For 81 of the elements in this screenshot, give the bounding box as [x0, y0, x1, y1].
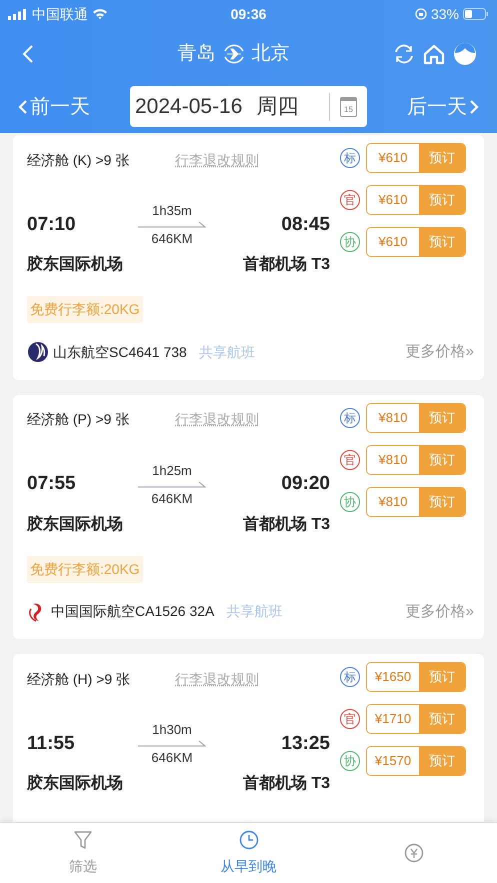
chevron-right-icon [469, 98, 479, 114]
cabin-availability: 经济舱 (P) >9 张 [27, 410, 130, 429]
previous-day-button[interactable]: 前一天 [18, 92, 128, 122]
fare-type-badge: 官 [340, 190, 360, 210]
fare-type-badge: 协 [340, 751, 360, 771]
flight-distance: 646KM [151, 231, 193, 247]
more-prices-link[interactable]: 更多价格» [406, 600, 474, 623]
date-text: 2024-05-16 [135, 94, 242, 120]
airline-logo-icon [27, 341, 49, 364]
avatar-icon[interactable] [453, 41, 477, 67]
carrier-name: 中国联通 [32, 4, 88, 24]
cabin-availability: 经济舱 (H) >9 张 [27, 670, 132, 689]
arrival-time: 08:45 [281, 212, 330, 237]
flight-duration: 1h25m [152, 462, 192, 478]
home-icon[interactable] [423, 43, 445, 65]
price-icon [404, 843, 424, 863]
filter-icon [74, 830, 92, 850]
weekday-text: 周四 [256, 94, 298, 120]
next-day-button[interactable]: 后一天 [407, 92, 479, 122]
departure-time: 07:55 [27, 472, 77, 496]
wifi-icon [92, 8, 108, 20]
clock-icon [238, 830, 258, 850]
book-button[interactable]: 预订 [419, 228, 465, 256]
book-button[interactable]: 预订 [419, 404, 465, 432]
shared-flight-label: 共享航班 [226, 602, 282, 622]
fare-type-badge: 标 [340, 408, 360, 428]
fare-type-badge: 官 [340, 450, 360, 470]
arrival-airport: 首都机场 T3 [242, 254, 330, 275]
flight-number: 山东航空SC4641 738 [53, 342, 187, 362]
fare-type-badge: 协 [340, 232, 360, 252]
departure-time: 07:10 [27, 212, 77, 237]
clock-time: 09:36 [230, 4, 268, 24]
sort-tab[interactable]: 从早到晚 [166, 823, 332, 883]
departure-airport: 胶东国际机场 [27, 773, 123, 794]
origin-city: 青岛 [178, 42, 216, 66]
arrival-airport: 首都机场 T3 [242, 774, 330, 794]
baggage-rules-link[interactable]: 行李退改规则 [175, 668, 259, 690]
flight-distance: 646KM [151, 750, 193, 766]
date-field[interactable]: 2024-05-16 周四 15 [130, 86, 367, 127]
cabin-availability: 经济舱 (K) >9 张 [27, 150, 130, 170]
fare-type-badge: 官 [340, 709, 360, 729]
calendar-icon[interactable]: 15 [340, 96, 357, 116]
more-prices-link[interactable]: 更多价格» [406, 341, 474, 364]
fare-type-badge: 标 [340, 667, 360, 687]
destination-city: 北京 [252, 42, 290, 66]
refresh-icon[interactable] [393, 43, 415, 65]
book-button[interactable]: 预订 [419, 705, 465, 733]
book-button[interactable]: 预订 [419, 488, 465, 516]
departure-time: 11:55 [27, 732, 76, 756]
fare-type-badge: 协 [340, 492, 360, 512]
flight-card[interactable]: 经济舱 (H) >9 张 行李退改规则 11:55 1h30m 646KM 13:25 胶东国际机场 首都机场 T3 标 ¥1650 预订 官 ¥1710 预订 协 ¥1570 预订 [13, 654, 484, 822]
flight-card[interactable]: 经济舱 (P) >9 张 行李退改规则 07:55 1h25m 646KM 09:20 胶东国际机场 首都机场 T3 标 ¥810 预订 官 ¥810 预订 协 ¥810 预订 免费行李额:20KG 中国国际航空CA1526 32A 共享航班 更多价格» [13, 394, 484, 639]
sort-tab[interactable]: 筛选 [0, 823, 166, 883]
baggage-rules-link[interactable]: 行李退改规则 [175, 150, 259, 170]
arrival-airport: 首都机场 T3 [242, 514, 330, 534]
book-button[interactable]: 预订 [419, 186, 465, 214]
arrival-time: 13:25 [281, 732, 330, 756]
fare-type-badge: 标 [340, 148, 360, 168]
flight-card[interactable]: 经济舱 (K) >9 张 行李退改规则 07:10 1h35m 646KM 08:45 胶东国际机场 首都机场 T3 标 ¥610 预订 官 ¥610 预订 协 ¥610 预订 免费行李额:20KG 山东航空SC4641 738 共享航班 更多价格» [13, 135, 484, 380]
rotation-lock-icon [414, 8, 427, 20]
shared-flight-label: 共享航班 [198, 342, 255, 362]
flight-number: 中国国际航空CA1526 32A [51, 602, 214, 622]
baggage-allowance-tag: 免费行李额:20KG [27, 296, 143, 323]
flight-distance: 646KM [151, 490, 193, 506]
book-button[interactable]: 预订 [419, 663, 465, 691]
chevron-left-icon [18, 98, 28, 114]
battery-icon [463, 8, 489, 20]
baggage-allowance-tag: 免费行李额:20KG [27, 556, 143, 582]
book-button[interactable]: 预订 [419, 446, 465, 474]
departure-airport: 胶东国际机场 [27, 514, 123, 534]
baggage-rules-link[interactable]: 行李退改规则 [175, 409, 259, 430]
flight-duration: 1h30m [152, 722, 192, 738]
flight-duration: 1h35m [152, 203, 192, 219]
signal-icon [8, 8, 28, 20]
battery-level: 33% [430, 4, 459, 24]
departure-airport: 胶东国际机场 [27, 254, 123, 275]
plane-icon [222, 42, 246, 66]
book-button[interactable]: 预订 [419, 747, 465, 775]
back-icon[interactable] [22, 44, 34, 64]
book-button[interactable]: 预订 [419, 144, 465, 172]
arrival-time: 09:20 [281, 472, 330, 496]
